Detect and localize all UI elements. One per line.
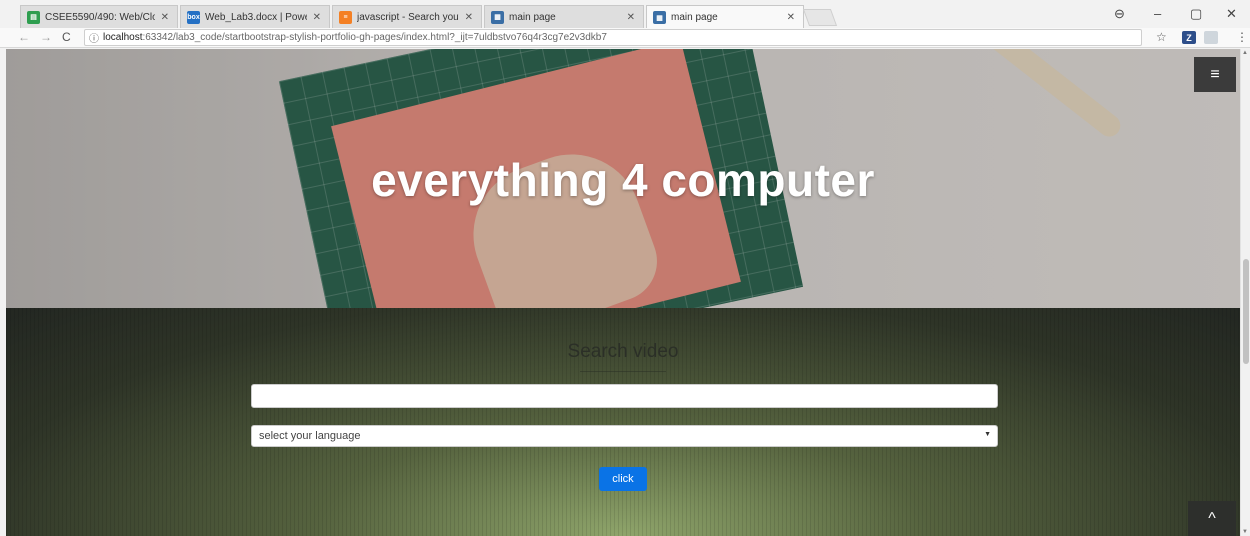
hamburger-icon: ≡ [1210,65,1220,83]
hero-title: everything 4 computer [371,154,875,206]
close-icon[interactable]: ✕ [313,12,321,23]
search-input[interactable] [251,384,998,408]
tab-4[interactable]: ▦ main page ✕ [484,5,644,28]
page-scrollbar[interactable]: ▲ ▼ [1240,49,1250,536]
back-to-top-button[interactable]: ^ [1188,501,1236,536]
tab-5-active[interactable]: ▦ main page ✕ [646,5,804,29]
new-tab-button[interactable] [802,9,838,26]
section-title: Search video [567,341,679,362]
tab-label: CSEE5590/490: Web/Clo [45,11,155,23]
tab-label: main page [509,11,556,23]
box-icon: box [187,10,200,24]
reload-icon[interactable]: C [62,30,71,44]
search-section: Search video select your language ▼ clic… [6,308,1240,536]
tab-label: Web_Lab3.docx | Powere [205,11,307,23]
page-icon: ▦ [653,11,666,24]
tab-label: javascript - Search youtu [357,11,459,23]
address-bar[interactable]: ⓘ localhost :63342/lab3_code/startbootst… [84,29,1142,46]
tab-2[interactable]: box Web_Lab3.docx | Powere ✕ [180,5,330,28]
maximize-icon[interactable]: ▢ [1190,6,1202,22]
scroll-thumb[interactable] [1243,259,1249,364]
extension-icon[interactable] [1204,31,1218,44]
zotero-extension-icon[interactable]: Z [1182,31,1196,44]
divider [580,371,666,372]
sheet-icon: ▤ [27,10,40,24]
minimize-icon[interactable]: – [1154,6,1161,21]
window-close-icon[interactable]: ✕ [1226,6,1237,22]
browser-toolbar: ← → C ⓘ localhost :63342/lab3_code/start… [0,28,1250,48]
close-icon[interactable]: ✕ [787,12,795,23]
menu-dots-icon[interactable]: ⋮ [1236,30,1248,44]
scroll-down-arrow-icon[interactable]: ▼ [1242,529,1248,535]
url-path: :63342/lab3_code/startbootstrap-stylish-… [142,32,607,43]
menu-toggle-button[interactable]: ≡ [1194,57,1236,92]
tab-label: main page [671,12,718,23]
dropdown-arrow-icon: ▼ [984,431,991,438]
browser-tab-strip: ▤ CSEE5590/490: Web/Clo ✕ box Web_Lab3.d… [0,0,1250,29]
scroll-up-arrow-icon[interactable]: ▲ [1242,50,1248,56]
url-host: localhost [103,32,143,43]
close-icon[interactable]: ✕ [627,12,635,23]
click-button[interactable]: click [599,467,647,491]
forward-arrow-icon[interactable]: → [40,30,52,44]
stackoverflow-icon: ≡ [339,10,352,24]
page-viewport: everything 4 computer ≡ Search video sel… [6,49,1240,536]
language-select[interactable]: select your language ▼ [251,425,998,447]
page-icon: ▦ [491,10,504,24]
profile-icon[interactable]: ⊖ [1114,6,1125,22]
info-icon[interactable]: ⓘ [89,30,99,45]
close-icon[interactable]: ✕ [161,12,169,23]
tab-3[interactable]: ≡ javascript - Search youtu ✕ [332,5,482,28]
chevron-up-icon: ^ [1208,509,1216,527]
close-icon[interactable]: ✕ [465,12,473,23]
bookmark-star-icon[interactable]: ☆ [1156,30,1167,44]
tab-1[interactable]: ▤ CSEE5590/490: Web/Clo ✕ [20,5,178,28]
back-arrow-icon[interactable]: ← [18,30,30,44]
language-select-value: select your language [259,430,361,442]
hero-section: everything 4 computer ≡ [6,49,1240,308]
